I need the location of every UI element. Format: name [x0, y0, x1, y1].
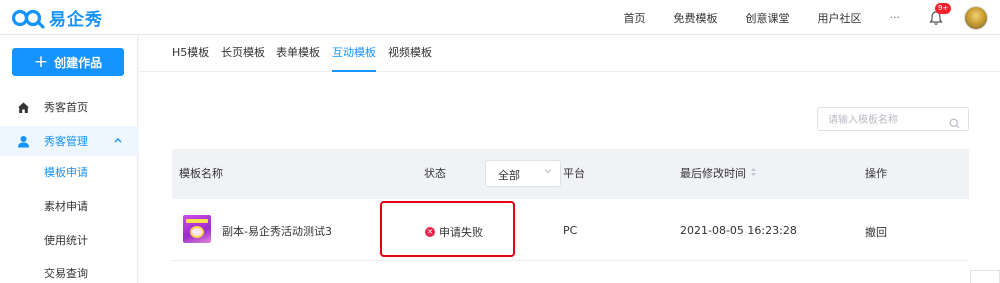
sidebar-sub-usage-stats[interactable]: 使用统计	[44, 232, 88, 248]
nav-community[interactable]: 用户社区	[818, 10, 862, 26]
floating-side-tab[interactable]	[970, 270, 1000, 283]
row-platform: PC	[563, 224, 578, 237]
user-icon	[16, 134, 30, 148]
brand-name: 易企秀	[49, 10, 103, 30]
status-filter-value: 全部	[498, 169, 520, 182]
chevron-up-icon	[114, 136, 122, 146]
sidebar-sub-material-apply[interactable]: 素材申请	[44, 198, 88, 214]
status-filter-select[interactable]: 全部	[485, 160, 561, 187]
thumbnail-wheel	[190, 226, 204, 238]
plus-icon: +	[33, 51, 49, 72]
thumbnail-banner	[186, 219, 208, 223]
create-work-label: 创建作品	[54, 55, 103, 70]
sidebar-sub-template-apply[interactable]: 模板申请	[44, 164, 88, 180]
row-template-name[interactable]: 副本-易企秀活动测试3	[222, 223, 332, 239]
nav-home[interactable]: 首页	[624, 10, 646, 26]
header-last-modified[interactable]: 最后修改时间	[680, 149, 757, 199]
create-work-button[interactable]: + 创建作品	[12, 48, 124, 76]
template-thumbnail[interactable]	[183, 215, 211, 243]
withdraw-button[interactable]: 撤回	[865, 224, 887, 240]
table-row: 副本-易企秀活动测试3 ✕ 申请失败 PC 2021-08-05 16:23:2…	[172, 199, 969, 261]
search-icon[interactable]	[949, 114, 960, 133]
template-tabs: H5模板 长页模板 表单模板 互动模板 视频模板	[139, 35, 1000, 72]
highlight-box	[380, 201, 515, 257]
sidebar-item-home[interactable]: 秀客首页	[0, 92, 138, 122]
search-input[interactable]	[828, 109, 954, 132]
home-icon	[16, 100, 30, 114]
nav-creative-class[interactable]: 创意课堂	[746, 10, 790, 26]
more-menu[interactable]: ···	[890, 11, 901, 24]
tab-h5[interactable]: H5模板	[172, 35, 209, 72]
sidebar-item-label: 秀客首页	[44, 101, 88, 114]
header-status: 状态	[424, 167, 446, 180]
top-bar: 易企秀 首页 免费模板 创意课堂 用户社区 ··· 9+	[0, 0, 1000, 35]
sidebar-sub-transactions[interactable]: 交易查询	[44, 265, 88, 281]
nav-free-templates[interactable]: 免费模板	[674, 10, 718, 26]
sort-icon[interactable]	[750, 149, 757, 199]
avatar[interactable]	[964, 5, 988, 30]
tab-long-page[interactable]: 长页模板	[221, 35, 265, 72]
header-action: 操作	[865, 167, 887, 180]
sidebar-item-label: 秀客管理	[44, 135, 88, 148]
notification-bell-icon[interactable]: 9+	[928, 2, 952, 26]
tab-form[interactable]: 表单模板	[276, 35, 320, 72]
top-nav: 首页 免费模板 创意课堂 用户社区 ··· 9+	[624, 0, 1000, 35]
template-search	[817, 107, 969, 133]
row-last-modified: 2021-08-05 16:23:28	[680, 224, 797, 237]
header-platform: 平台	[563, 167, 585, 180]
notification-badge: 9+	[935, 2, 952, 14]
sidebar-item-manage[interactable]: 秀客管理	[0, 126, 138, 156]
header-last-modified-label: 最后修改时间	[680, 167, 746, 180]
tab-interactive[interactable]: 互动模板	[332, 35, 376, 72]
table-header: 模板名称 状态 全部 平台 最后修改时间 操作	[172, 149, 969, 199]
tab-video[interactable]: 视频模板	[388, 35, 432, 72]
logo-icon	[12, 7, 46, 29]
brand-logo[interactable]: 易企秀	[12, 5, 103, 30]
chevron-down-icon	[544, 167, 552, 177]
header-template-name: 模板名称	[179, 167, 223, 180]
main-content: H5模板 长页模板 表单模板 互动模板 视频模板 模板名称 状态 全部 平台 最…	[139, 35, 1000, 283]
sidebar: + 创建作品 秀客首页 秀客管理 模板申请 素材申请 使用统计 交易查询	[0, 35, 138, 283]
